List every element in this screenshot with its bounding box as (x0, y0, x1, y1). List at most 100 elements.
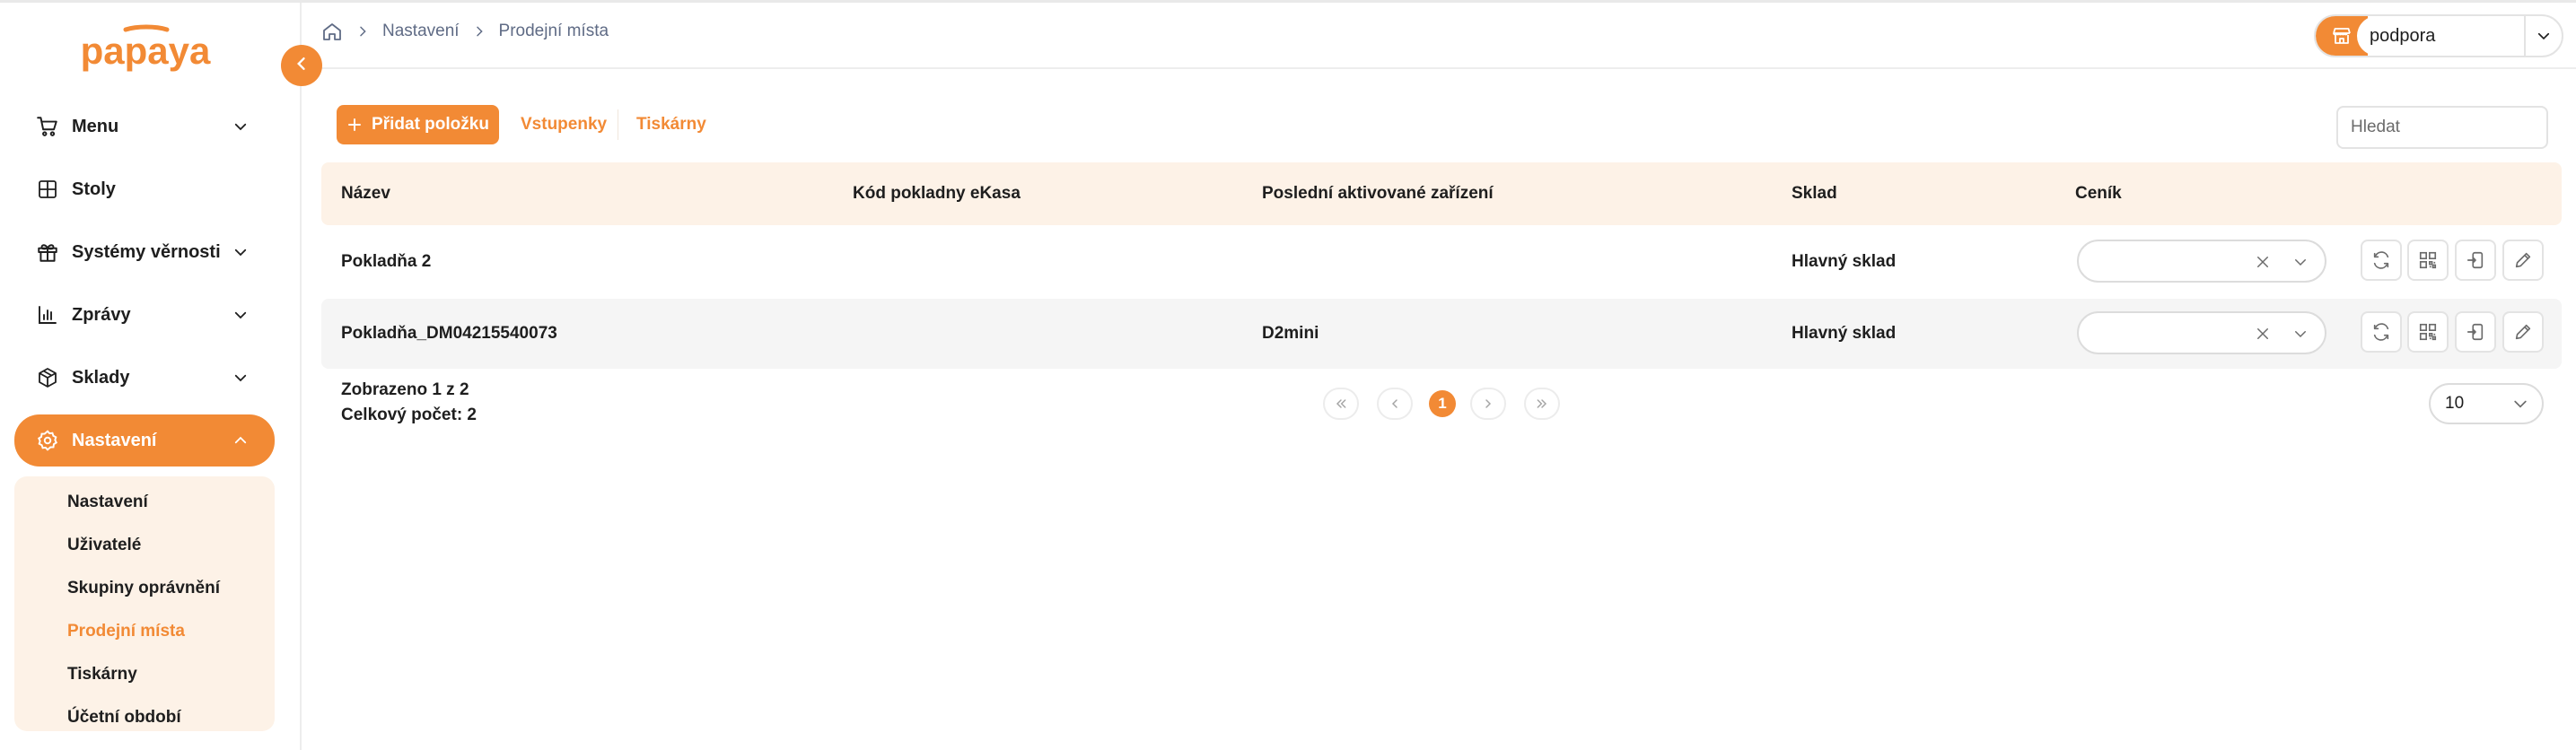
chevron-down-icon (230, 116, 251, 137)
total-count: Celkový počet: 2 (341, 406, 477, 424)
breadcrumb-item-current: Prodejní místa (498, 22, 609, 40)
bar-chart-icon (34, 301, 61, 328)
chevron-up-icon (230, 430, 251, 451)
chevron-down-icon (230, 367, 251, 388)
sidebar: papaya Menu Stoly Systémy věrnosti Zpráv… (0, 3, 302, 750)
pricelist-select[interactable] (2077, 240, 2326, 283)
sidebar-item-menu[interactable]: Menu (14, 101, 275, 152)
chevron-down-icon (2511, 395, 2529, 413)
cell-name: Pokladňa 2 (341, 252, 432, 271)
column-header-pricelist[interactable]: Ceník (2075, 184, 2122, 204)
page-size-select[interactable]: 10 (2429, 383, 2544, 424)
column-header-ekasa[interactable]: Kód pokladny eKasa (853, 184, 1021, 204)
pricelist-select[interactable] (2077, 311, 2326, 354)
cell-warehouse: Hlavný sklad (1792, 324, 1897, 343)
table-header: Název Kód pokladny eKasa Poslední aktivo… (321, 162, 2562, 225)
search-input[interactable] (2336, 106, 2548, 149)
gift-icon (34, 239, 61, 266)
page-size-value: 10 (2445, 394, 2465, 413)
sidebar-item-label: Stoly (72, 179, 116, 199)
sidebar-item-warehouses[interactable]: Sklady (14, 353, 275, 403)
qr-code-button[interactable] (2407, 311, 2449, 353)
chevron-down-icon (230, 304, 251, 326)
submenu-item-points-of-sale[interactable]: Prodejní místa (67, 622, 185, 641)
sync-button[interactable] (2361, 311, 2402, 353)
sidebar-item-label: Nastavení (72, 430, 157, 450)
tab-printers[interactable]: Tiskárny (636, 115, 706, 135)
gear-icon (34, 427, 61, 454)
first-page-button[interactable] (1323, 388, 1359, 420)
sidebar-item-stoly[interactable]: Stoly (14, 164, 275, 214)
qr-code-button[interactable] (2407, 240, 2449, 281)
edit-button[interactable] (2502, 240, 2544, 281)
chevron-right-icon (472, 24, 486, 39)
sidebar-item-label: Zprávy (72, 304, 131, 325)
collapse-sidebar-button[interactable] (281, 45, 322, 86)
refresh-icon (2371, 250, 2391, 270)
chevrons-left-icon (1334, 397, 1348, 411)
plus-icon (346, 117, 363, 133)
home-icon[interactable] (321, 21, 343, 42)
chevron-right-icon (355, 24, 370, 39)
chevron-down-icon[interactable] (2291, 252, 2310, 272)
assign-device-button[interactable] (2455, 311, 2496, 353)
store-value: podpora (2357, 16, 2524, 56)
submenu-item-printers[interactable]: Tiskárny (67, 665, 137, 685)
last-page-button[interactable] (1524, 388, 1560, 420)
chevron-left-icon (1388, 397, 1402, 411)
chevron-down-icon[interactable] (2291, 324, 2310, 344)
pencil-icon (2513, 322, 2533, 342)
next-page-button[interactable] (1470, 388, 1506, 420)
cell-device: D2mini (1262, 324, 1319, 343)
chevrons-right-icon (1535, 397, 1549, 411)
submenu-item-nastaveni[interactable]: Nastavení (67, 493, 148, 512)
add-item-button[interactable]: Přidat položku (337, 105, 499, 144)
pencil-icon (2513, 250, 2533, 270)
shown-count: Zobrazeno 1 z 2 (341, 380, 469, 399)
submenu-item-users[interactable]: Uživatelé (67, 536, 141, 555)
submenu-item-accounting-periods[interactable]: Účetní období (67, 708, 181, 728)
cell-name: Pokladňa_DM04215540073 (341, 324, 557, 343)
logo-text: papaya (81, 30, 211, 72)
chevron-down-icon (230, 241, 251, 263)
chevron-right-icon (1481, 397, 1495, 411)
box-icon (34, 364, 61, 391)
submenu-item-permission-groups[interactable]: Skupiny oprávnění (67, 579, 220, 598)
tab-tickets[interactable]: Vstupenky (521, 115, 607, 135)
sidebar-item-label: Sklady (72, 367, 130, 388)
top-header: Nastavení Prodejní místa podpora (303, 3, 2576, 69)
clear-icon[interactable] (2253, 324, 2273, 344)
table-row: Pokladňa 2 Hlavný sklad (321, 227, 2562, 297)
device-login-icon (2466, 250, 2485, 270)
qr-code-icon (2418, 322, 2438, 342)
column-header-last-device[interactable]: Poslední aktivované zařízení (1262, 184, 1494, 204)
prev-page-button[interactable] (1377, 388, 1413, 420)
sync-button[interactable] (2361, 240, 2402, 281)
table-row: Pokladňa_DM04215540073 D2mini Hlavný skl… (321, 299, 2562, 369)
column-header-name[interactable]: Název (341, 184, 390, 204)
add-item-label: Přidat položku (372, 115, 489, 134)
cell-warehouse: Hlavný sklad (1792, 252, 1897, 271)
chevron-left-icon (293, 55, 311, 77)
sidebar-item-settings[interactable]: Nastavení (14, 414, 275, 467)
chevron-down-icon (2524, 16, 2562, 56)
breadcrumb: Nastavení Prodejní místa (321, 21, 609, 42)
clear-icon[interactable] (2253, 252, 2273, 272)
store-selector[interactable]: podpora (2314, 14, 2563, 57)
edit-button[interactable] (2502, 311, 2544, 353)
qr-code-icon (2418, 250, 2438, 270)
device-login-icon (2466, 322, 2485, 342)
column-header-warehouse[interactable]: Sklad (1792, 184, 1837, 204)
breadcrumb-item-settings[interactable]: Nastavení (382, 22, 460, 41)
sidebar-item-label: Menu (72, 116, 119, 136)
table-grid-icon (34, 176, 61, 203)
cart-icon (34, 113, 61, 140)
settings-submenu: Nastavení Uživatelé Skupiny oprávnění Pr… (14, 476, 275, 731)
sidebar-item-reports[interactable]: Zprávy (14, 290, 275, 340)
papaya-logo[interactable]: papaya (74, 15, 217, 87)
assign-device-button[interactable] (2455, 240, 2496, 281)
sidebar-item-label: Systémy věrnosti (72, 241, 221, 262)
page-button-current[interactable]: 1 (1429, 390, 1456, 417)
sidebar-item-loyalty[interactable]: Systémy věrnosti (14, 227, 275, 277)
refresh-icon (2371, 322, 2391, 342)
